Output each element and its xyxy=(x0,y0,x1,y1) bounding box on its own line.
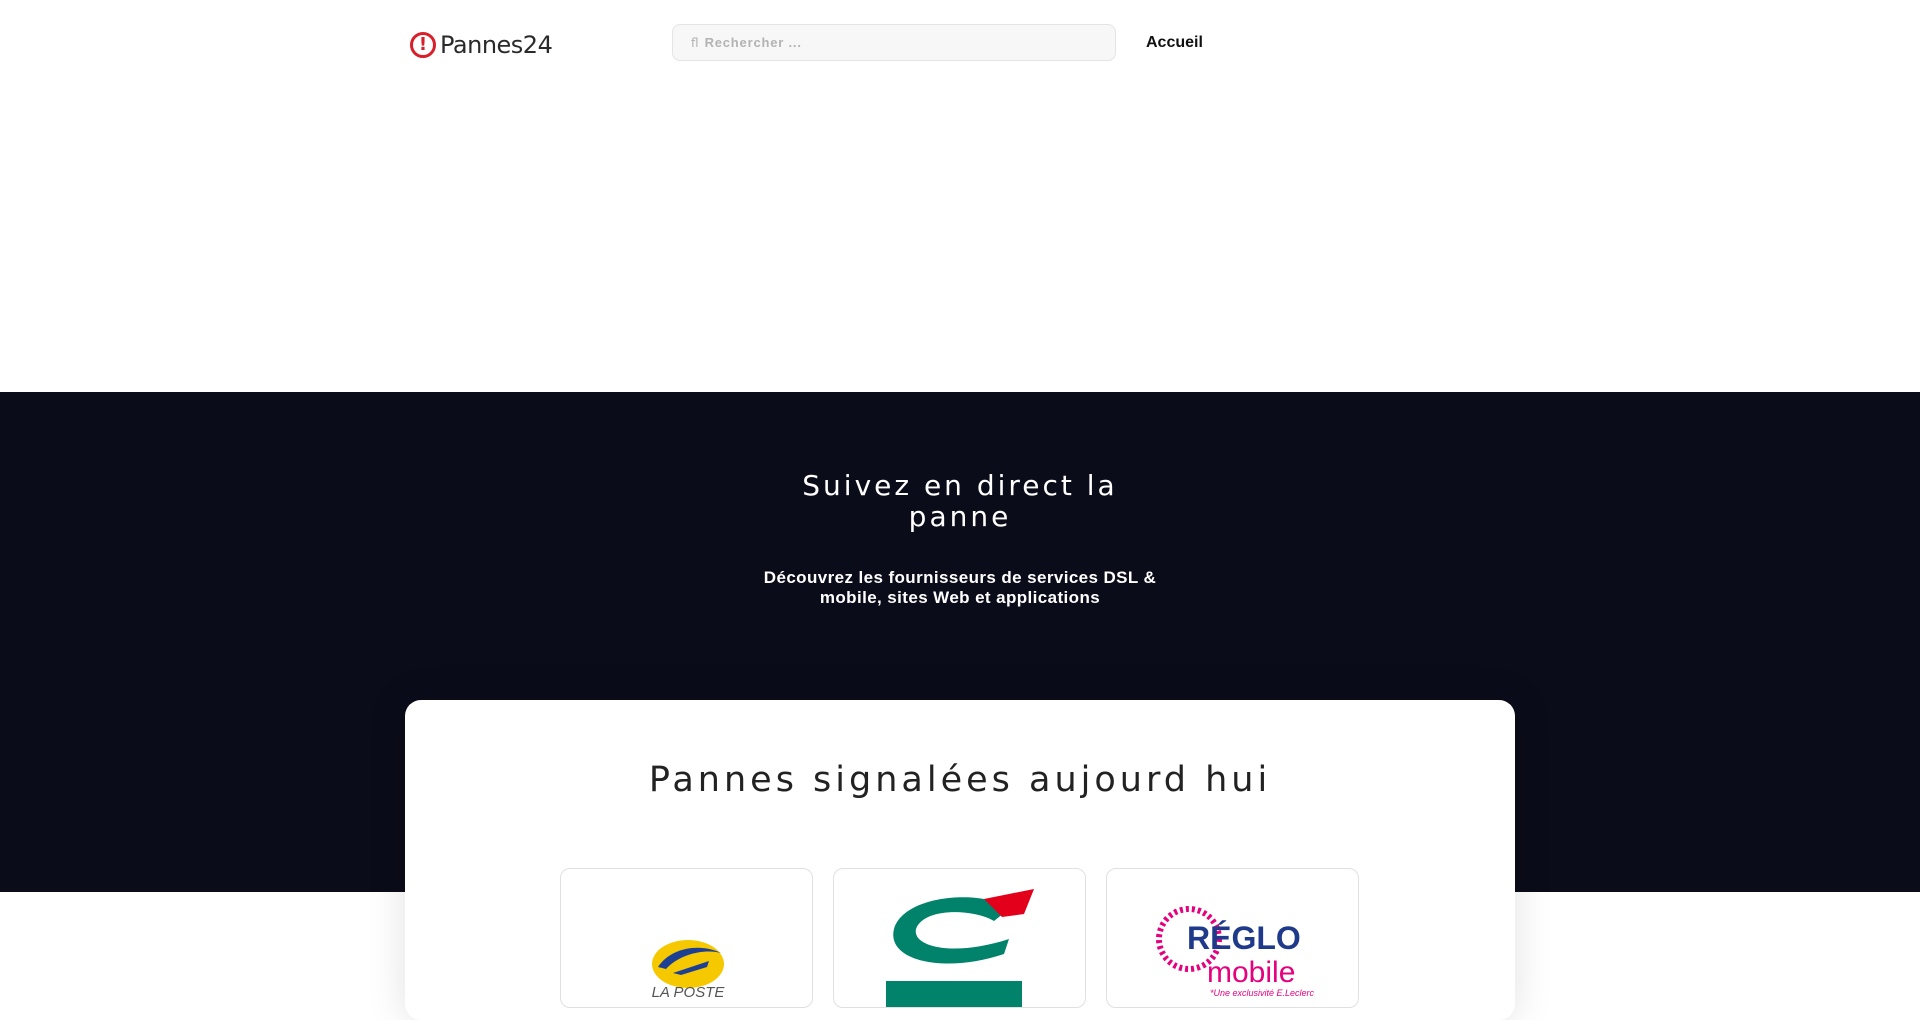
site-logo[interactable]: ! Pannes24 xyxy=(410,28,553,62)
hero-subtitle: Découvrez les fournisseurs de services D… xyxy=(763,568,1157,607)
search-icon: fl xyxy=(691,35,699,50)
provider-card-reglo-mobile[interactable]: RÉGLO mobile *Une exclusivité E.Leclerc xyxy=(1106,868,1359,1008)
svg-text:RÉGLO: RÉGLO xyxy=(1187,920,1301,956)
provider-card-la-poste[interactable]: LA POSTE xyxy=(560,868,813,1008)
svg-text:mobile: mobile xyxy=(1207,956,1295,989)
search-input[interactable] xyxy=(704,35,1085,50)
reglo-mobile-logo: RÉGLO mobile *Une exclusivité E.Leclerc xyxy=(1156,906,1315,998)
hero-title: Suivez en direct la panne xyxy=(802,469,1118,533)
search-bar[interactable]: fl xyxy=(672,24,1116,61)
provider-card-credit-agricole[interactable] xyxy=(833,868,1086,1008)
site-header: ! Pannes24 fl Accueil xyxy=(0,0,1920,90)
reglo-tagline: *Une exclusivité E.Leclerc xyxy=(1210,988,1315,998)
outages-title: Pannes signalées aujourd hui xyxy=(648,760,1272,800)
outages-card: Pannes signalées aujourd hui LA POSTE RÉ… xyxy=(405,700,1515,1020)
credit-agricole-logo xyxy=(886,889,1034,1007)
la-poste-logo: LA POSTE xyxy=(652,940,725,1001)
nav-home-link[interactable]: Accueil xyxy=(1146,34,1203,52)
logo-text: Pannes24 xyxy=(440,31,553,59)
alert-icon: ! xyxy=(410,32,436,58)
